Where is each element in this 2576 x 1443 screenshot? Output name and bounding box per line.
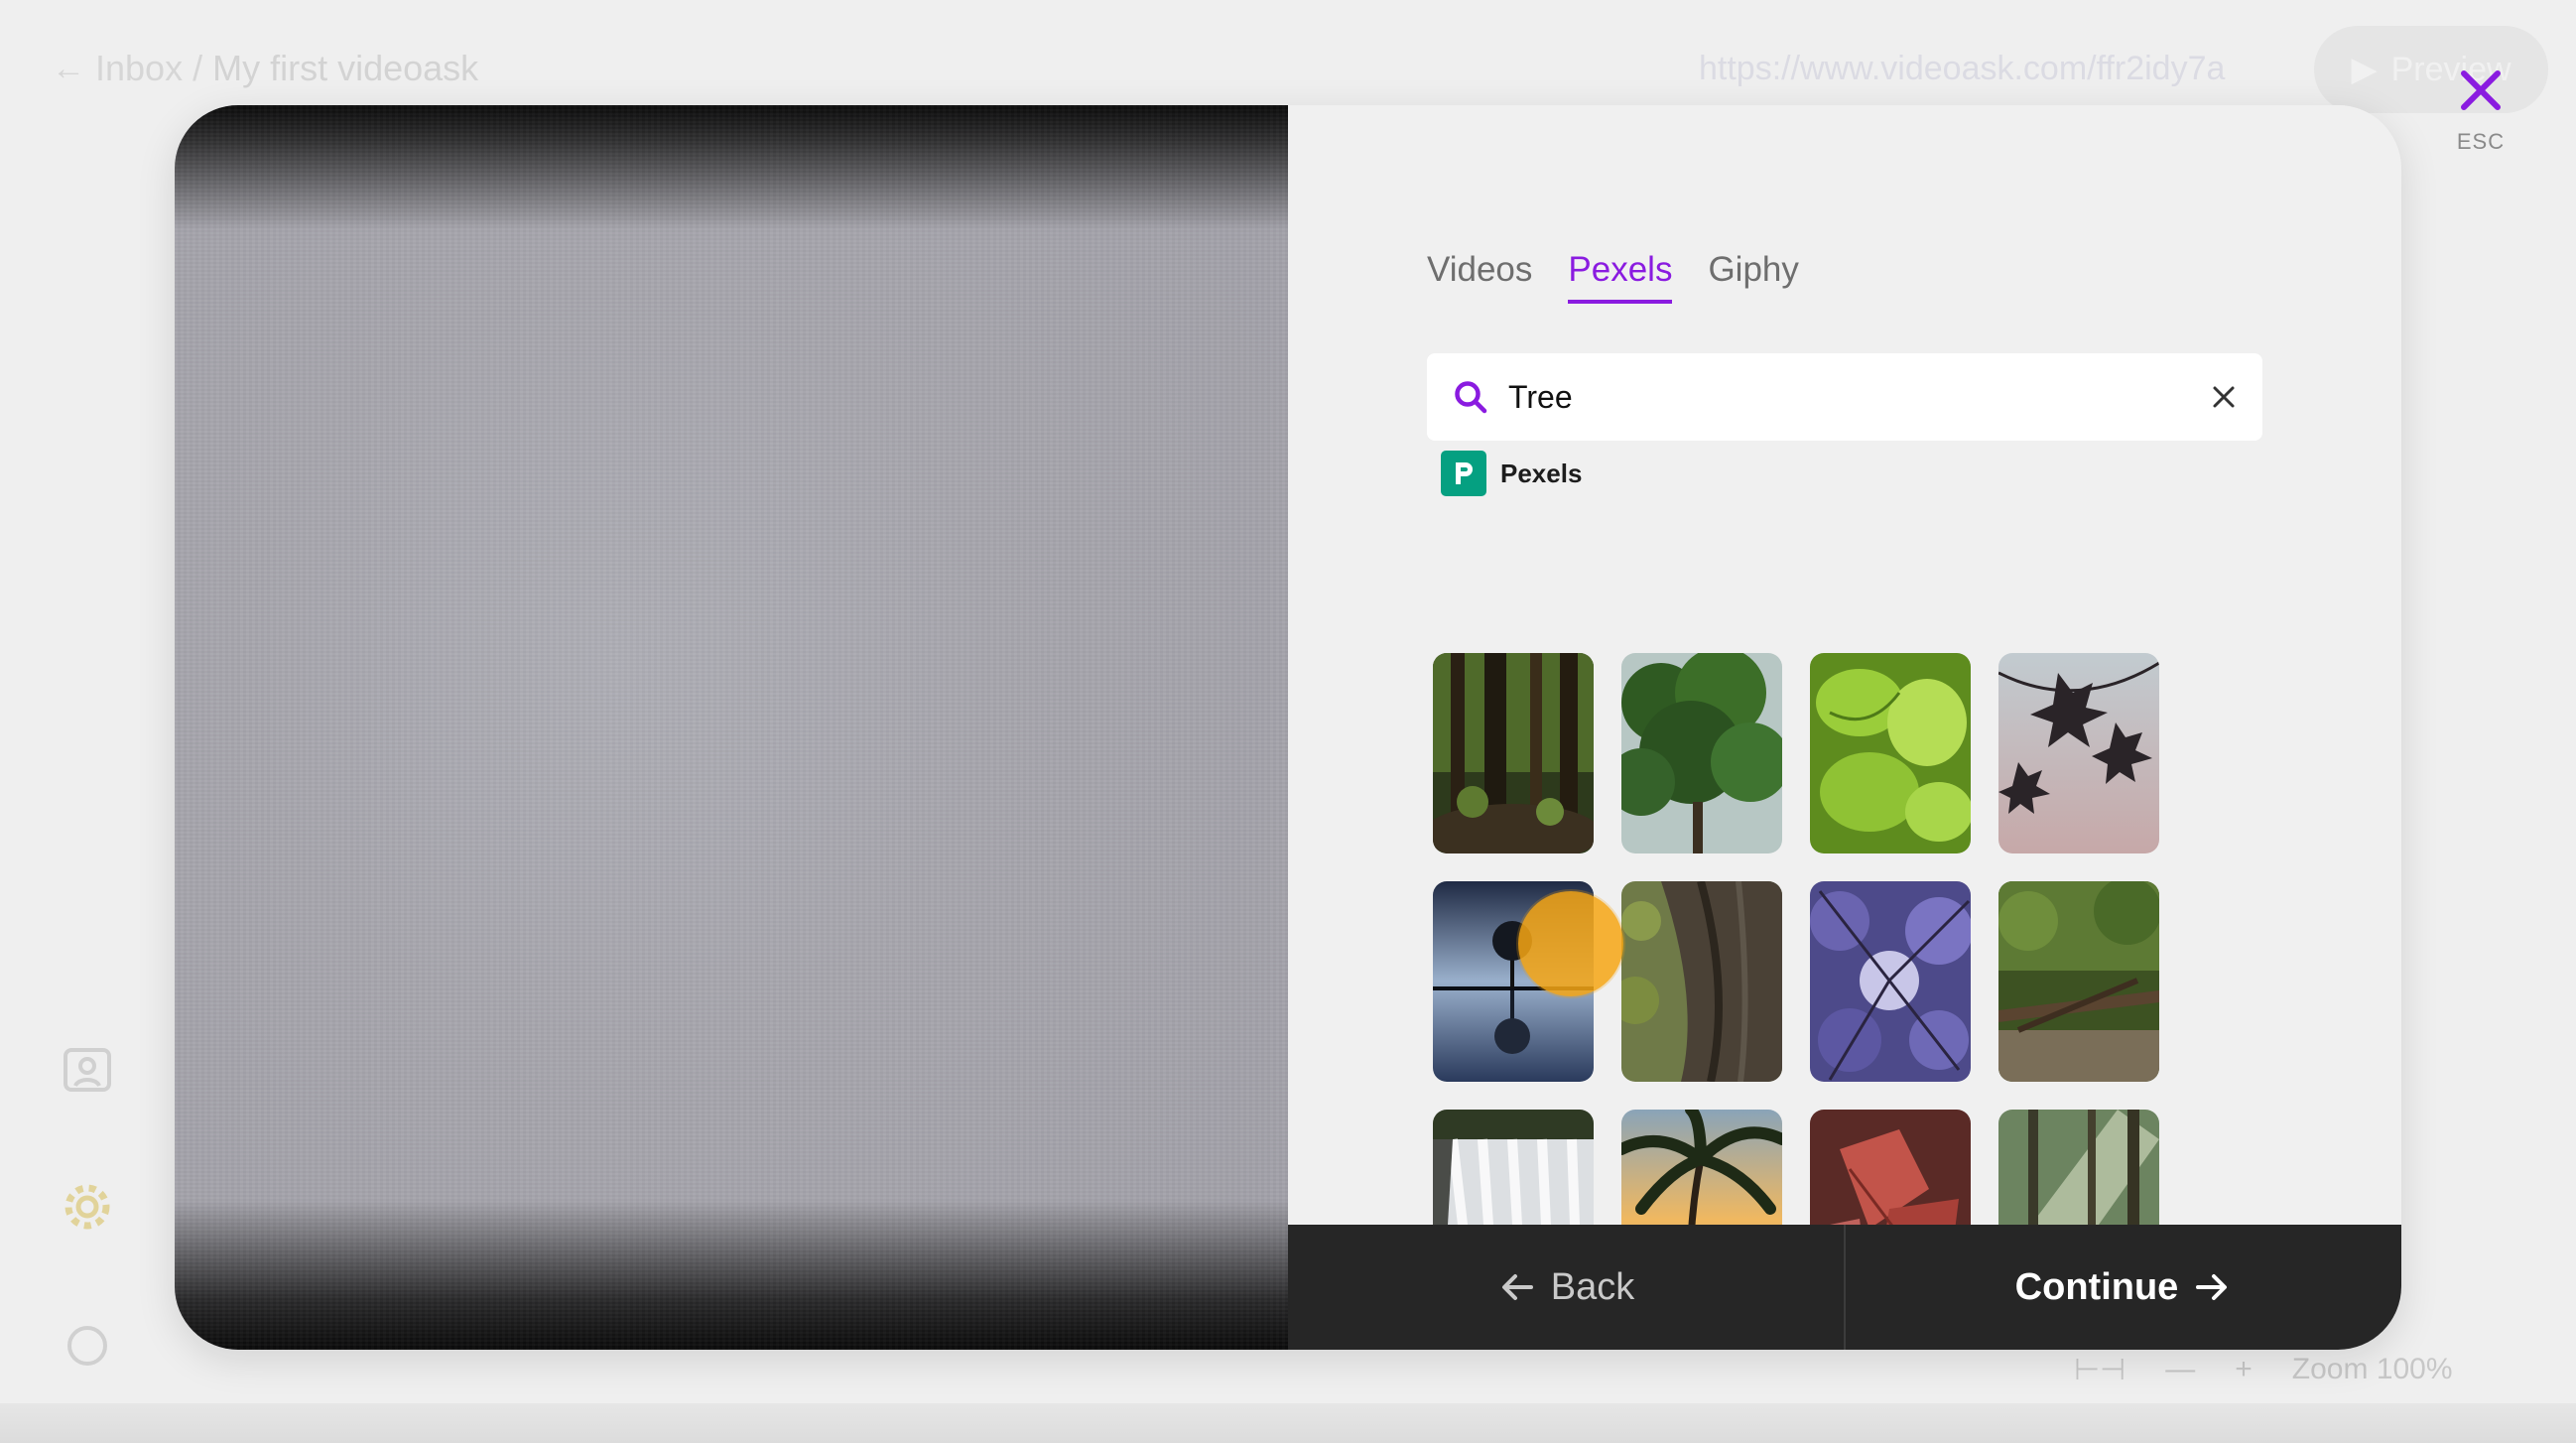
waterfall-image xyxy=(1433,1110,1594,1243)
close-icon xyxy=(2461,70,2501,110)
play-icon: ▶ xyxy=(2351,51,2378,88)
gear-icon xyxy=(64,1184,110,1230)
continue-button[interactable]: Continue xyxy=(1846,1225,2401,1350)
arrow-left-icon: ← xyxy=(52,49,85,87)
result-thumbnail[interactable] xyxy=(1433,653,1594,853)
result-thumbnail[interactable] xyxy=(1998,881,2159,1082)
tree-bark-closeup-image xyxy=(1621,881,1782,1082)
close-button[interactable]: ESC xyxy=(2443,66,2518,155)
sunlit-forest-image xyxy=(1998,1110,2159,1243)
result-thumbnail[interactable] xyxy=(1810,1110,1971,1243)
background-url: https://www.videoask.com/ffr2idy7a xyxy=(1699,50,2226,87)
results-grid xyxy=(1411,548,2254,1243)
result-thumbnail[interactable] xyxy=(1433,1110,1594,1243)
result-thumbnail[interactable] xyxy=(1810,653,1971,853)
provider-name: Pexels xyxy=(1500,458,1583,488)
video-preview xyxy=(175,105,1288,1350)
breadcrumb-separator: / xyxy=(193,48,203,88)
tab-videos[interactable]: Videos xyxy=(1427,250,1532,304)
fallen-log-forest-image xyxy=(1998,881,2159,1082)
clear-search-icon[interactable] xyxy=(2211,384,2237,410)
jacaranda-branches-image xyxy=(1810,881,1971,1082)
back-button[interactable]: Back xyxy=(1288,1225,1846,1350)
background-breadcrumb: ← Inbox / My first videoask xyxy=(52,48,478,89)
zoom-out-icon: — xyxy=(2165,1353,2196,1385)
result-thumbnail[interactable] xyxy=(1433,881,1594,1082)
continue-label: Continue xyxy=(2014,1265,2179,1308)
result-thumbnail[interactable] xyxy=(1621,881,1782,1082)
provider-attribution: Pexels xyxy=(1441,451,1582,496)
search-bar xyxy=(1427,353,2262,441)
zoom-label: Zoom 100% xyxy=(2291,1353,2453,1385)
result-thumbnail[interactable] xyxy=(1810,881,1971,1082)
media-library-panel: Videos Pexels Giphy Pexels xyxy=(1288,105,2401,1350)
source-tabs: Videos Pexels Giphy xyxy=(1427,250,1799,304)
background-bottom-strip xyxy=(0,1403,2576,1443)
esc-hint: ESC xyxy=(2456,129,2506,154)
zoom-in-icon: + xyxy=(2235,1353,2253,1385)
arrow-right-icon xyxy=(2196,1274,2228,1300)
lone-tree-reflection-image xyxy=(1433,881,1594,1082)
forest-trunks-image xyxy=(1433,653,1594,853)
result-thumbnail[interactable] xyxy=(1621,1110,1782,1243)
result-thumbnail[interactable] xyxy=(1998,653,2159,853)
palm-tree-sunset-image xyxy=(1621,1110,1782,1243)
result-thumbnail[interactable] xyxy=(1621,653,1782,853)
search-icon xyxy=(1455,381,1487,414)
chat-bubble-icon xyxy=(67,1326,107,1366)
green-leaves-image xyxy=(1810,653,1971,853)
back-label: Back xyxy=(1550,1265,1635,1308)
action-bar: Back Continue xyxy=(1288,1225,2401,1350)
breadcrumb-title: My first videoask xyxy=(212,48,479,88)
result-thumbnail[interactable] xyxy=(1998,1110,2159,1243)
tree-canopy-image xyxy=(1621,653,1782,853)
maple-silhouette-image xyxy=(1998,653,2159,853)
pexels-logo-icon xyxy=(1441,451,1486,496)
search-input[interactable] xyxy=(1508,367,2211,427)
fit-icon: ⊢⊣ xyxy=(2074,1353,2126,1386)
media-picker-modal: Videos Pexels Giphy Pexels xyxy=(175,105,2401,1350)
contact-card-icon xyxy=(64,1048,111,1092)
red-leaves-image xyxy=(1810,1110,1971,1243)
tab-pexels[interactable]: Pexels xyxy=(1568,250,1673,304)
tab-giphy[interactable]: Giphy xyxy=(1708,250,1798,304)
arrow-left-icon xyxy=(1501,1274,1533,1300)
breadcrumb-parent: Inbox xyxy=(95,48,184,88)
